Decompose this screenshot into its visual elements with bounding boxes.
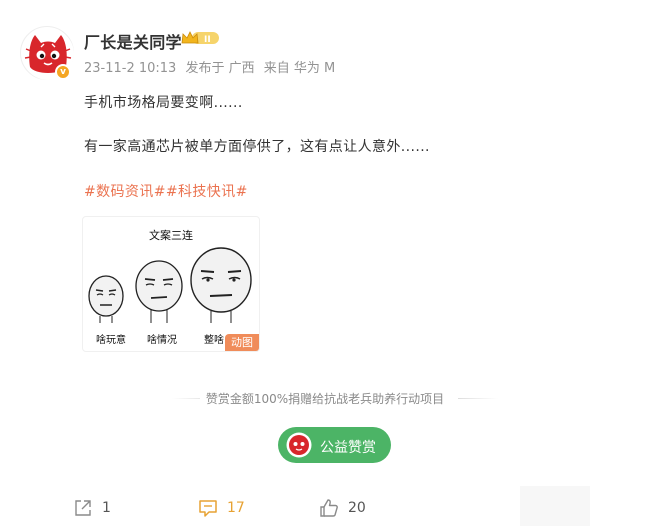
gif-badge: 动图 — [225, 334, 259, 351]
comment-button[interactable]: 17 — [197, 497, 245, 519]
like-count: 20 — [348, 500, 366, 516]
topic-link-tech-news[interactable]: #科技快讯# — [166, 184, 248, 200]
reward-note-text: 赞赏金额100%捐赠给抗战老兵助养行动项目 — [199, 392, 451, 406]
post-location: 发布于 广西 — [185, 61, 255, 76]
post-source: 来自 华为 M — [263, 61, 336, 76]
like-button[interactable]: 20 — [318, 497, 366, 519]
reward-note: 赞赏金额100%捐赠给抗战老兵助养行动项目 — [0, 390, 650, 407]
meme-caption-3: 整啥 — [204, 335, 224, 346]
repost-button[interactable]: 1 — [72, 497, 111, 519]
crown-level-icon: II — [181, 31, 219, 45]
meme-faces-illustration — [88, 247, 252, 323]
comment-icon — [199, 500, 217, 517]
post-text-line-1: 手机市场格局要变啊...... — [84, 95, 243, 111]
author-name[interactable]: 厂长是关同学 — [84, 29, 182, 53]
post-image[interactable]: 文案三连 啥玩意 啥情况 整啥 动图 — [82, 216, 260, 352]
charity-avatar-icon — [286, 432, 312, 462]
meme-caption-2: 啥情况 — [147, 335, 177, 346]
level-badge: II — [180, 30, 220, 50]
meme-face-medium — [135, 260, 183, 323]
verified-badge: v — [55, 64, 71, 80]
post-meta: 23-11-2 10:13 发布于 广西 来自 华为 M — [84, 57, 340, 76]
post-time[interactable]: 23-11-2 10:13 — [84, 61, 176, 76]
meme-caption-1: 啥玩意 — [96, 335, 126, 346]
repost-count: 1 — [102, 500, 111, 516]
comment-count: 17 — [227, 500, 245, 516]
meme-face-large — [190, 247, 252, 323]
thumbs-up-icon — [320, 499, 338, 517]
corner-overlay — [520, 486, 590, 526]
share-icon — [75, 500, 91, 516]
meme-face-small — [88, 275, 124, 323]
charity-reward-button[interactable]: 公益赞赏 — [278, 427, 391, 463]
topic-tags: #数码资讯##科技快讯# — [84, 181, 248, 201]
level-badge-text: II — [204, 35, 211, 45]
post-text-line-2: 有一家高通芯片被单方面停供了，这有点让人意外...... — [84, 139, 430, 155]
reward-button-label: 公益赞赏 — [320, 440, 376, 456]
topic-link-digital-news[interactable]: #数码资讯# — [84, 184, 166, 200]
